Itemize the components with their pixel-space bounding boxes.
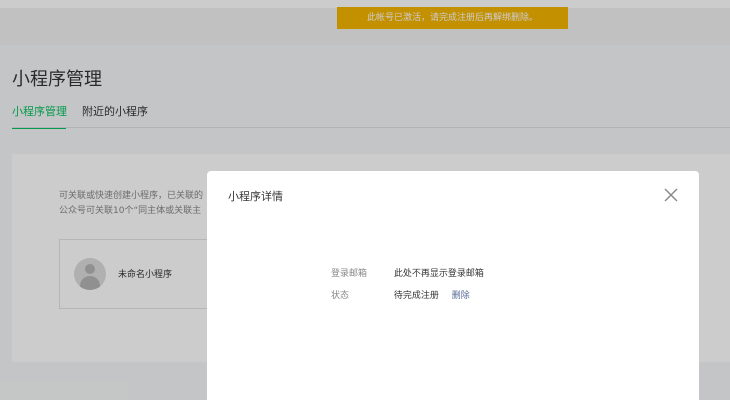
dialog-title: 小程序详情 [228,190,283,203]
detail-row-status: 状态 待完成注册 删除 [331,288,470,301]
delete-link[interactable]: 删除 [452,291,470,301]
email-value: 此处不再显示登录邮箱 [393,269,484,279]
close-icon[interactable] [663,187,679,203]
status-value: 待完成注册 [393,291,439,301]
status-label: 状态 [331,291,350,301]
detail-row-email: 登录邮箱 此处不再显示登录邮箱 [331,266,484,279]
details-dialog: 小程序详情 登录邮箱 此处不再显示登录邮箱 状态 待完成注册 删除 [207,171,699,400]
email-label: 登录邮箱 [331,269,368,279]
